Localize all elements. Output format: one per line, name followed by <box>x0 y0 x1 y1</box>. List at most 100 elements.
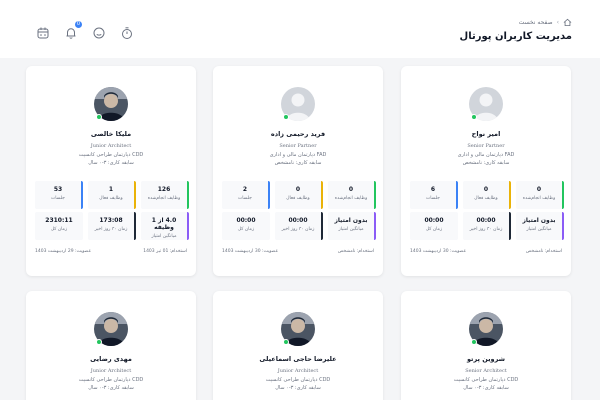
join-date: عضویت: 29 اردیبهشت 1403 <box>35 249 92 254</box>
stat-label: وظایف انجام‌شده <box>522 196 556 201</box>
user-tenure: سابقه کاری: نامشخص <box>462 160 510 166</box>
stat-completed-tasks: 126 وظایف انجام‌شده <box>141 181 189 209</box>
stat-value: 0 <box>536 186 542 193</box>
user-role: Junior Architect <box>90 143 132 149</box>
smiley-icon <box>93 27 105 39</box>
stat-value: 173:08 <box>99 217 123 224</box>
stat-label: وظایف فعال <box>286 196 310 201</box>
stat-label: وظایف انجام‌شده <box>334 196 368 201</box>
user-name[interactable]: ملیکا خالصی <box>26 130 196 138</box>
user-department: CDD دپارتمان طراحی کانسپت <box>78 377 144 383</box>
user-tenure: سابقه کاری: ۳-۰ سال <box>88 385 134 391</box>
stat-label: جلسات <box>238 196 252 201</box>
user-department: CDD دپارتمان طراحی کانسپت <box>78 152 144 158</box>
stat-average-rating: 4.0 از 1 وظیفه میانگین امتیاز <box>141 212 189 240</box>
stat-average-rating: بدون امتیاز میانگین امتیاز <box>328 212 376 240</box>
stat-label: جلسات <box>51 196 65 201</box>
stat-value: 0 <box>348 186 354 193</box>
user-department: CDD دپارتمان طراحی کانسپت <box>453 377 519 383</box>
stat-meetings: 2 جلسات <box>222 181 270 209</box>
hire-date: استخدام: 01 تیر 1403 <box>143 249 187 254</box>
stat-label: زمان کل <box>237 227 255 232</box>
stat-label: زمان ۳۰ روز اخیر <box>281 227 315 232</box>
stat-value: 126 <box>157 186 171 193</box>
top-header: › صفحه نخست مدیریت کاربران پورتال 0 <box>0 0 600 58</box>
stat-value: 6 <box>430 186 436 193</box>
stat-time-30-days: 00:00 زمان ۳۰ روز اخیر <box>275 212 323 240</box>
stat-value: 2 <box>242 186 248 193</box>
stat-label: وظایف فعال <box>474 196 498 201</box>
stat-total-time: 2310:11 زمان کل <box>35 212 83 240</box>
stat-value: 00:00 <box>424 217 444 224</box>
online-status-dot <box>283 339 289 345</box>
stat-total-time: 00:00 زمان کل <box>222 212 270 240</box>
stat-completed-tasks: 0 وظایف انجام‌شده <box>328 181 376 209</box>
stat-value: بدون امتیاز <box>522 217 556 224</box>
stat-meetings: 6 جلسات <box>410 181 458 209</box>
breadcrumb: › صفحه نخست <box>519 18 572 27</box>
stat-label: میانگین امتیاز <box>338 227 364 232</box>
calendar-icon <box>37 27 49 39</box>
stat-active-tasks: 0 وظایف فعال <box>275 181 323 209</box>
user-name[interactable]: مهدی رضایی <box>26 355 196 363</box>
calendar-button[interactable] <box>36 26 50 40</box>
home-icon[interactable] <box>563 18 572 27</box>
user-department: CDD دپارتمان طراحی کانسپت <box>265 377 331 383</box>
stat-time-30-days: 00:00 زمان ۳۰ روز اخیر <box>463 212 511 240</box>
bell-icon <box>66 28 76 39</box>
online-status-dot <box>96 339 102 345</box>
stat-value: 0 <box>483 186 489 193</box>
online-status-dot <box>471 339 477 345</box>
stat-value: 00:00 <box>288 217 308 224</box>
stat-label: میانگین امتیاز <box>151 234 177 239</box>
user-card[interactable]: ملیکا خالصی Junior Architect CDD دپارتما… <box>26 66 196 276</box>
stat-label: میانگین امتیاز <box>526 227 552 232</box>
user-tenure: سابقه کاری: ۳-۰ سال <box>88 160 134 166</box>
stat-value: بدون امتیاز <box>334 217 368 224</box>
stat-time-30-days: 173:08 زمان ۳۰ روز اخیر <box>88 212 136 240</box>
user-card[interactable]: شروین پرتو Senior Architect CDD دپارتمان… <box>401 291 571 400</box>
stat-value: 0 <box>295 186 301 193</box>
chevron-icon: › <box>556 19 559 26</box>
breadcrumb-home-link[interactable]: صفحه نخست <box>519 19 553 26</box>
user-card[interactable]: فرید رحیمی زاده Senior Partner FAD دپارت… <box>213 66 383 276</box>
feedback-button[interactable] <box>92 26 106 40</box>
stat-active-tasks: 1 وظایف فعال <box>88 181 136 209</box>
stat-value: 4.0 از 1 وظیفه <box>151 217 177 231</box>
user-card[interactable]: امیر نواح Senior Partner FAD دپارتمان ما… <box>401 66 571 276</box>
timer-button[interactable] <box>120 26 134 40</box>
user-name[interactable]: امیر نواح <box>401 130 571 138</box>
notifications-button[interactable]: 0 <box>64 21 82 40</box>
stat-total-time: 00:00 زمان کل <box>410 212 458 240</box>
stat-average-rating: بدون امتیاز میانگین امتیاز <box>516 212 564 240</box>
user-card[interactable]: مهدی رضایی Junior Architect CDD دپارتمان… <box>26 291 196 400</box>
hire-date: استخدام: نامشخص <box>337 249 374 254</box>
stat-value: 53 <box>53 186 63 193</box>
hire-date: استخدام: نامشخص <box>525 249 562 254</box>
stat-meetings: 53 جلسات <box>35 181 83 209</box>
user-role: Senior Partner <box>467 143 505 149</box>
toolbar: 0 <box>36 21 134 40</box>
user-tenure: سابقه کاری: ۳-۰ سال <box>463 385 509 391</box>
stat-completed-tasks: 0 وظایف انجام‌شده <box>516 181 564 209</box>
user-department: FAD دپارتمان مالی و اداری <box>457 152 515 158</box>
user-tenure: سابقه کاری: ۳-۰ سال <box>275 385 321 391</box>
user-tenure: سابقه کاری: نامشخص <box>274 160 322 166</box>
stat-label: وظایف انجام‌شده <box>147 196 181 201</box>
user-role: Senior Architect <box>465 368 507 374</box>
user-name[interactable]: علیرضا حاجی اسماعیلی <box>213 355 383 363</box>
stat-value: 1 <box>108 186 114 193</box>
user-name[interactable]: فرید رحیمی زاده <box>213 130 383 138</box>
online-status-dot <box>96 114 102 120</box>
stopwatch-icon <box>122 27 132 39</box>
stat-value: 00:00 <box>476 217 496 224</box>
notification-badge: 0 <box>75 21 82 28</box>
page-title: مدیریت کاربران پورتال <box>459 31 572 42</box>
user-role: Junior Architect <box>277 368 319 374</box>
stat-label: زمان ۳۰ روز اخیر <box>94 227 128 232</box>
stat-value: 00:00 <box>236 217 256 224</box>
join-date: عضویت: 30 اردیبهشت 1403 <box>222 249 279 254</box>
user-name[interactable]: شروین پرتو <box>401 355 571 363</box>
online-status-dot <box>283 114 289 120</box>
user-card[interactable]: علیرضا حاجی اسماعیلی Junior Architect CD… <box>213 291 383 400</box>
